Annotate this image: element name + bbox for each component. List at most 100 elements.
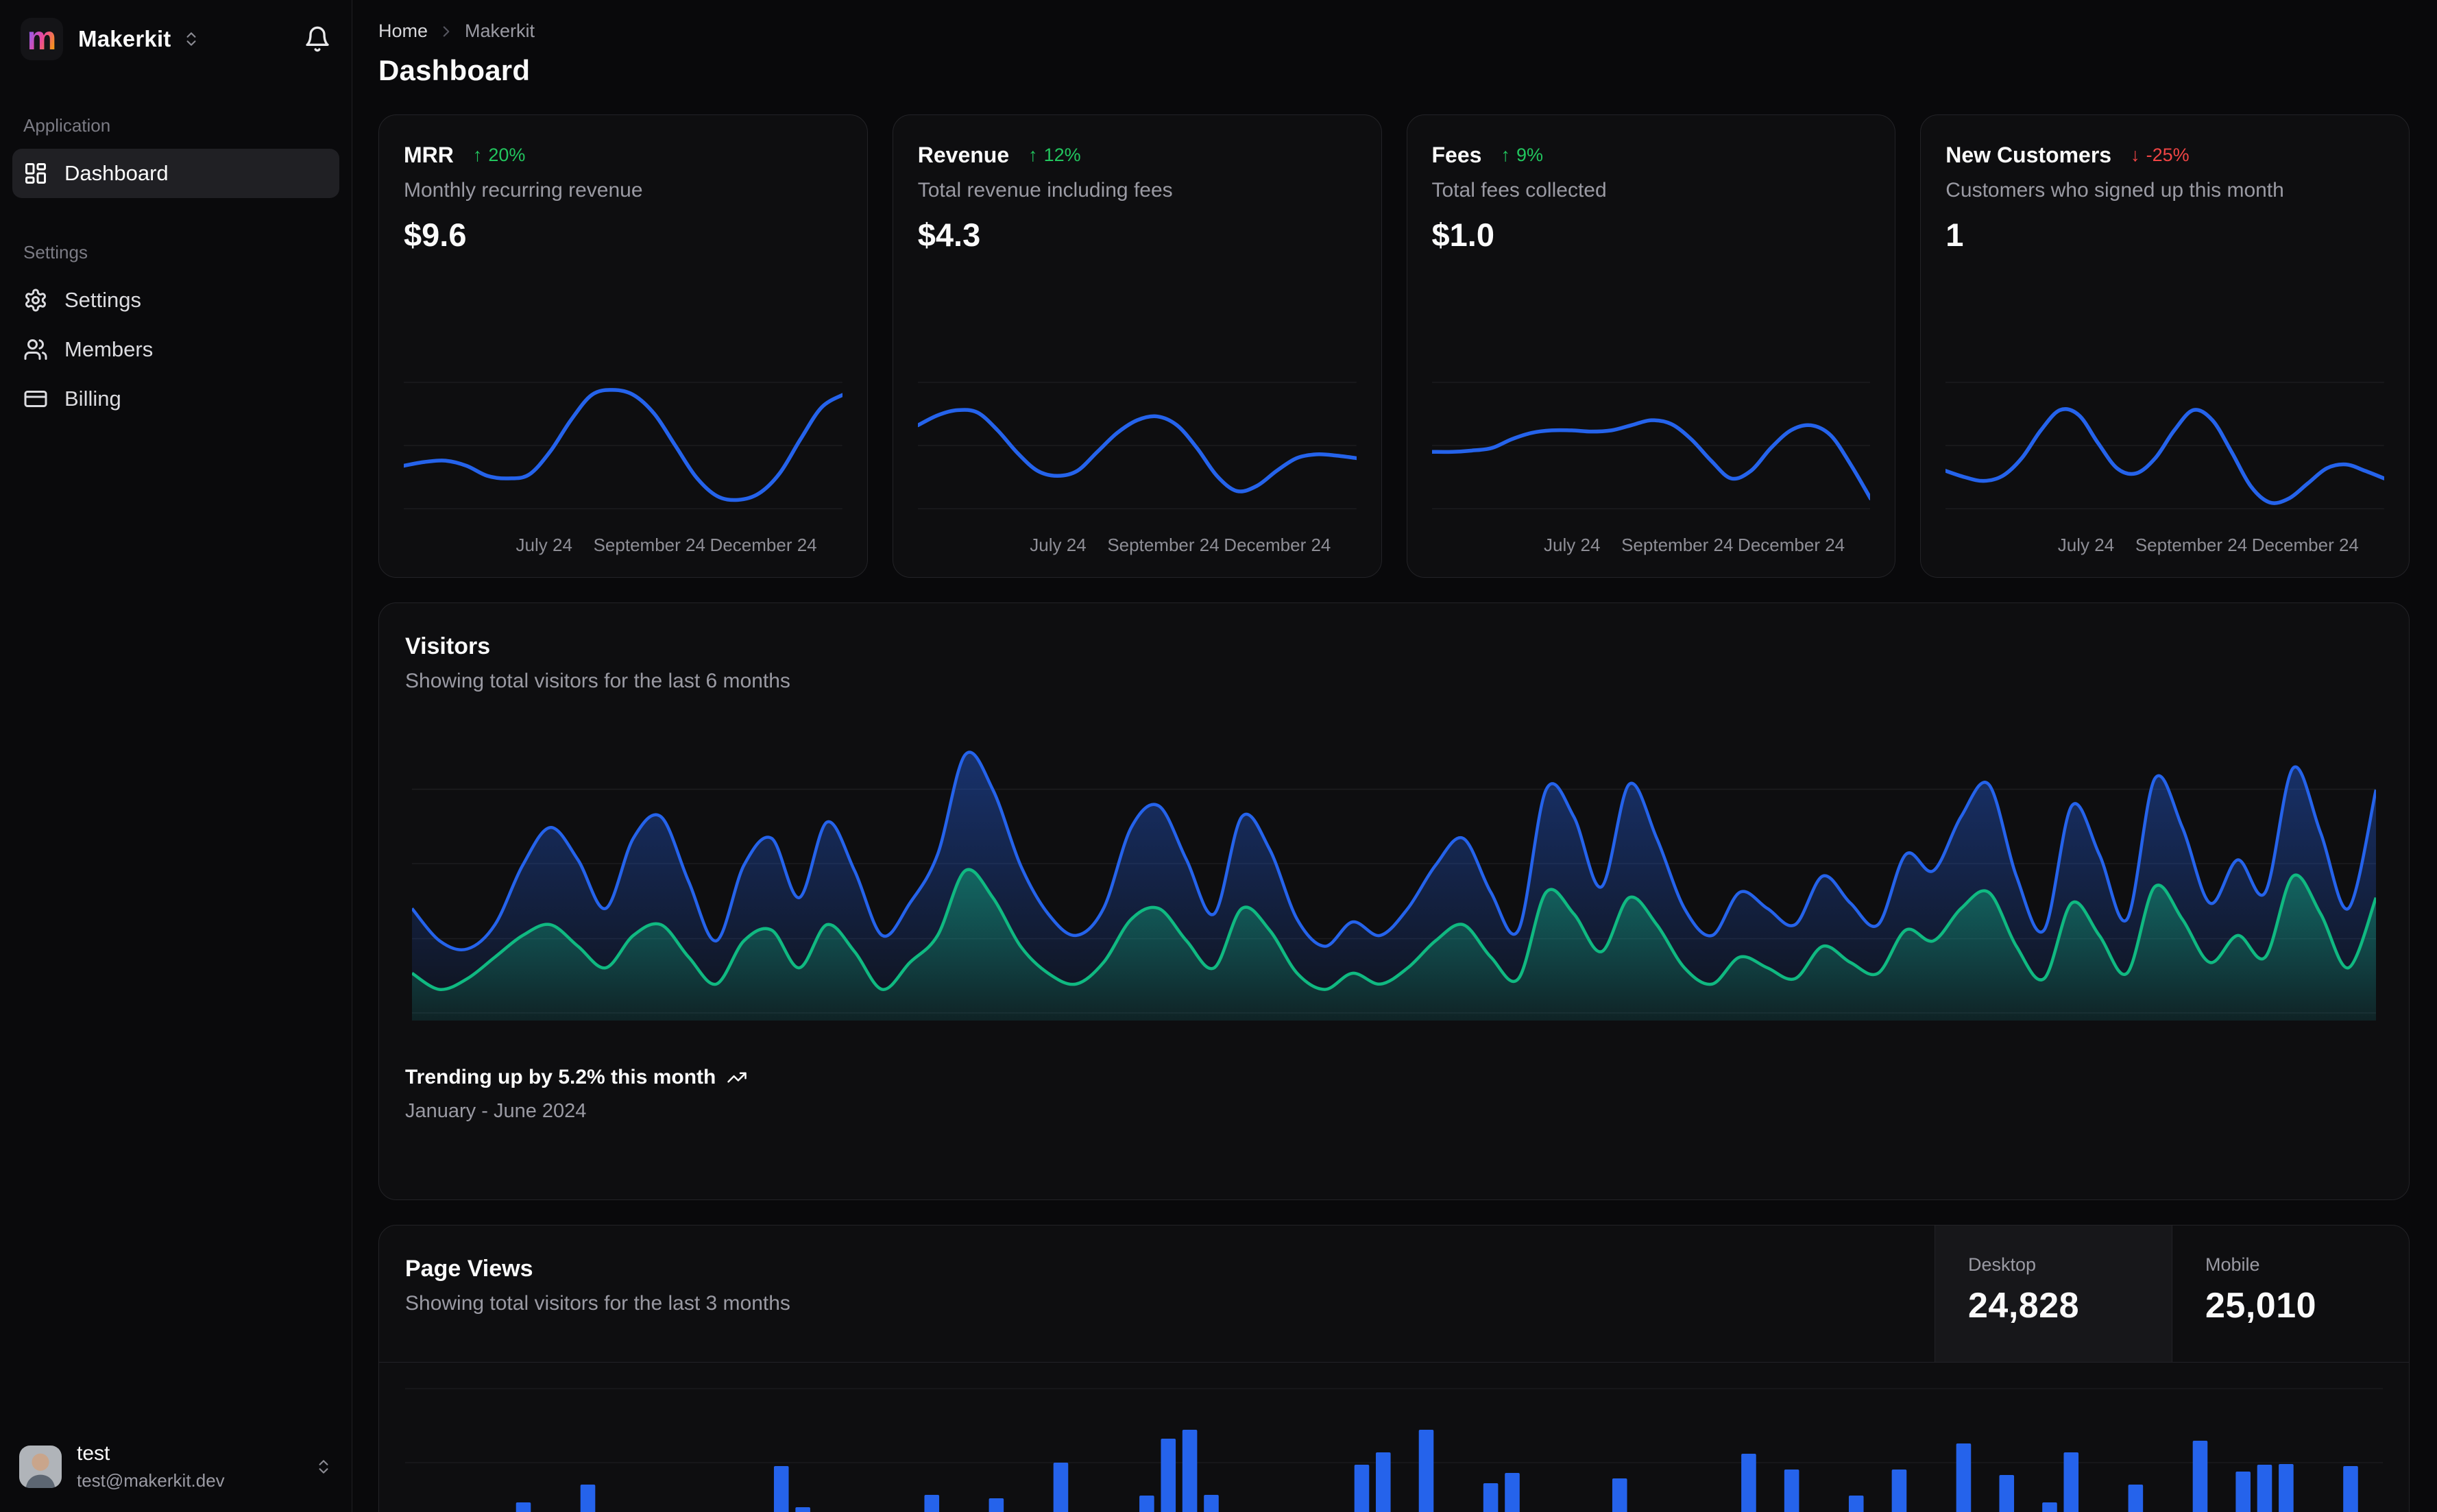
x-axis-labels: July 24 September 24 December 24 [1945,535,2384,558]
stat-card-new-customers: New Customers ↓ -25% Customers who signed… [1920,114,2410,578]
arrow-up-icon: ↑ [1501,145,1510,165]
chevrons-up-down-icon [315,1458,332,1476]
sidebar-item-dashboard[interactable]: Dashboard [12,149,339,198]
x-tick: September 24 [1107,535,1220,555]
tab-label: Desktop [1968,1254,2037,1275]
x-tick: December 24 [710,535,817,555]
x-tick: December 24 [1738,535,1845,555]
x-tick: July 24 [1030,535,1087,555]
chevron-right-icon [437,23,455,40]
arrow-up-icon: ↑ [1028,145,1038,165]
credit-card-icon [24,391,47,407]
breadcrumb: Home Makerkit [378,21,2410,42]
x-axis-labels: July 24 September 24 December 24 [404,535,842,558]
x-tick: December 24 [2251,535,2359,555]
sparkline-chart: July 24 September 24 December 24 [1431,363,1871,558]
page-views-title: Page Views [405,1256,533,1282]
stat-subtitle: Total fees collected [1431,179,1607,202]
sidebar-item-members[interactable]: Members [12,325,339,374]
chevrons-up-down-icon [182,30,200,48]
page-views-bar-chart [379,1363,2409,1512]
workspace-switcher[interactable]: m Makerkit [12,18,339,60]
x-tick: July 24 [2057,535,2115,555]
sidebar-item-billing[interactable]: Billing [12,374,339,424]
trend-value: 9% [1516,145,1543,165]
x-tick: September 24 [593,535,705,555]
stat-subtitle: Monthly recurring revenue [404,179,643,202]
trend-value: 12% [1043,145,1081,165]
trend-badge: ↑ 20% [473,145,526,166]
stat-subtitle: Customers who signed up this month [1945,179,2284,202]
stat-card-revenue: Revenue ↑ 12% Total revenue including fee… [892,114,1382,578]
trend-value: -25% [2146,145,2190,165]
x-tick: July 24 [516,535,572,555]
user-email: test@makerkit.dev [77,1470,225,1491]
user-account-menu[interactable]: test test@makerkit.dev [12,1442,339,1491]
main-content: Home Makerkit Dashboard MRR ↑ 20% Monthly… [352,0,2437,1512]
sparkline-chart: July 24 September 24 December 24 [917,363,1357,558]
sidebar-item-label: Members [64,337,154,361]
page-title: Dashboard [378,54,531,86]
visitors-subtitle: Showing total visitors for the last 6 mo… [405,670,790,692]
breadcrumb-home-link[interactable]: Home [378,21,428,42]
user-avatar [19,1446,62,1488]
x-tick: December 24 [1224,535,1331,555]
page-views-card: Page Views Showing total visitors for th… [378,1225,2410,1512]
sidebar-nav: Application Dashboard Settings Settings … [12,115,339,424]
trend-badge: ↑ 12% [1028,145,1081,166]
workspace-name: Makerkit [78,26,171,51]
tab-value: 25,010 [2205,1286,2317,1326]
x-axis-labels: July 24 September 24 December 24 [918,535,1357,558]
trend-value: 20% [488,145,526,165]
sidebar-item-label: Billing [64,387,121,411]
visitors-card: Visitors Showing total visitors for the … [378,602,2410,1200]
sparkline-chart: July 24 September 24 December 24 [404,363,842,558]
sparkline-chart: July 24 September 24 December 24 [1945,363,2384,558]
visitors-title: Visitors [405,633,491,659]
trend-badge: ↑ 9% [1501,145,1543,166]
notifications-bell-icon[interactable] [304,25,331,53]
x-tick: September 24 [1621,535,1734,555]
x-axis-labels: July 24 September 24 December 24 [1432,535,1871,558]
stat-title: New Customers [1945,143,2112,167]
nav-section-settings: Settings [23,242,88,263]
page-views-subtitle: Showing total visitors for the last 3 mo… [405,1292,790,1315]
nav-section-application: Application [23,115,111,136]
visitors-footer-period: January - June 2024 [405,1100,587,1122]
arrow-up-icon: ↑ [472,145,483,165]
stat-cards-row: MRR ↑ 20% Monthly recurring revenue $9.6 … [378,114,2410,578]
stat-value: $9.6 [404,217,467,253]
makerkit-logo: m [21,18,63,60]
stat-subtitle: Total revenue including fees [917,179,1173,202]
users-icon [24,339,47,360]
logo-letter: m [27,21,57,57]
visitors-area-chart [379,714,2409,1023]
tab-label: Mobile [2205,1254,2260,1275]
sidebar-item-label: Settings [64,288,142,312]
stat-value: $4.3 [917,217,981,253]
stat-card-fees: Fees ↑ 9% Total fees collected $1.0 July … [1406,114,1896,578]
stat-title: Fees [1431,143,1482,167]
sidebar-item-settings[interactable]: Settings [12,276,339,325]
tab-value: 24,828 [1968,1286,2080,1326]
trend-badge: ↓ -25% [2131,145,2190,166]
stat-card-mrr: MRR ↑ 20% Monthly recurring revenue $9.6 … [378,114,868,578]
breadcrumb-current: Makerkit [465,21,535,41]
sidebar: m Makerkit Application Dashboard Setting… [0,0,352,1512]
sidebar-item-label: Dashboard [64,161,169,185]
layout-dashboard-icon [25,163,46,184]
stat-value: $1.0 [1431,217,1494,253]
visitors-footer-text: Trending up by 5.2% this month [405,1066,716,1088]
x-tick: July 24 [1544,535,1601,555]
stat-title: MRR [404,143,454,167]
tab-desktop[interactable]: Desktop 24,828 [1935,1226,2172,1362]
user-name: test [77,1442,110,1465]
tab-mobile[interactable]: Mobile 25,010 [2172,1226,2409,1362]
arrow-down-icon: ↓ [2131,145,2140,165]
trending-up-icon [727,1072,747,1083]
x-tick: September 24 [2135,535,2248,555]
stat-value: 1 [1945,217,1964,253]
stat-title: Revenue [917,143,1010,167]
gear-icon [25,289,46,312]
